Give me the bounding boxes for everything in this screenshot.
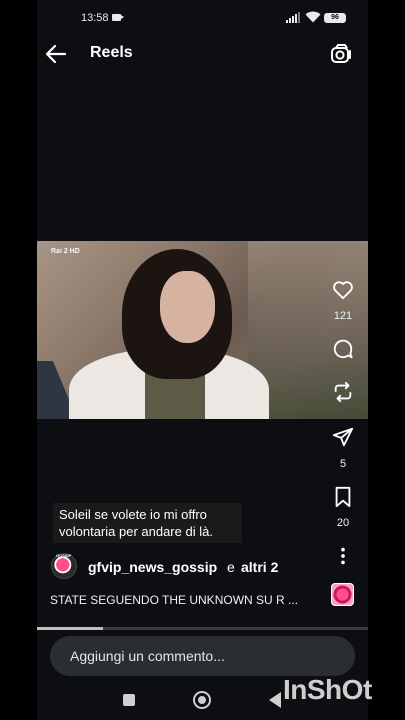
author-others[interactable]: altri 2 [241, 559, 278, 575]
back-button[interactable] [269, 692, 281, 708]
playback-progress-fill [37, 627, 104, 630]
reel-video[interactable]: Rai 2 HD [37, 241, 368, 419]
author-username[interactable]: gfvip_news_gossip [88, 559, 217, 575]
page-title: Reels [90, 44, 133, 61]
author-row[interactable]: gfvip_news_gossip e altri 2 [51, 553, 321, 581]
reels-screen: 13:58 96 Reels Rai 2 HD 121 5 20 Soleil … [37, 0, 368, 720]
audio-thumbnail[interactable] [331, 583, 354, 606]
comment-input[interactable]: Aggiungi un commento... [70, 648, 225, 664]
wifi-icon [305, 11, 321, 23]
share-count: 5 [339, 458, 347, 470]
heart-icon[interactable] [332, 279, 354, 301]
send-icon[interactable] [332, 426, 354, 448]
recent-apps-button[interactable] [123, 694, 135, 706]
avatar[interactable] [51, 553, 77, 579]
channel-logo: Rai 2 HD [51, 248, 80, 255]
reel-description[interactable]: STATE SEGUENDO THE UNKNOWN SU R ... [50, 593, 298, 607]
arrow-left-icon[interactable] [45, 44, 67, 64]
signal-icon [286, 12, 300, 23]
video-record-icon [112, 14, 124, 21]
more-icon[interactable] [332, 545, 354, 567]
status-time: 13:58 [81, 12, 109, 24]
comment-icon[interactable] [332, 338, 354, 360]
playback-progress[interactable] [37, 627, 368, 630]
like-count: 121 [333, 310, 353, 322]
inshot-watermark: InShOt [283, 674, 372, 705]
save-count: 20 [336, 517, 350, 529]
bookmark-icon[interactable] [332, 486, 354, 508]
camera-icon[interactable] [330, 43, 352, 65]
comment-bar[interactable]: Aggiungi un commento... [50, 636, 355, 676]
home-button[interactable] [193, 691, 211, 709]
status-bar: 13:58 96 [37, 0, 368, 36]
video-subtitle: Soleil se volete io mi offro volontaria … [53, 503, 242, 543]
repost-icon[interactable] [332, 381, 354, 403]
author-joiner: e [227, 559, 235, 575]
video-face [160, 271, 215, 343]
battery-icon: 96 [324, 13, 346, 23]
header: Reels [37, 36, 368, 72]
